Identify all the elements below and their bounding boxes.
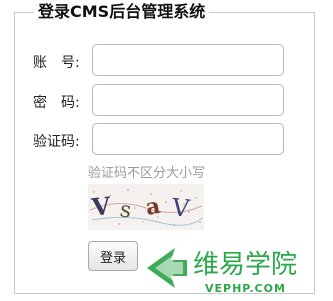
password-label: 密 码: xyxy=(33,95,80,111)
captcha-char-1: V xyxy=(89,191,112,222)
watermark-logo: 维易学院 VEPHP.COM xyxy=(147,248,297,295)
account-label: 账 号: xyxy=(33,55,80,71)
captcha-hint: 验证码不区分大小写 xyxy=(88,166,206,181)
captcha-image[interactable]: V s a V xyxy=(88,184,204,230)
login-button[interactable]: 登录 xyxy=(88,241,138,271)
password-input[interactable] xyxy=(92,84,284,116)
form-title: 登录CMS后台管理系统 xyxy=(34,2,210,22)
captcha-label: 验证码: xyxy=(33,134,80,150)
account-input[interactable] xyxy=(92,44,284,76)
captcha-char-4: V xyxy=(170,193,192,223)
captcha-input[interactable] xyxy=(92,123,284,155)
watermark-brand-name: 维易学院 xyxy=(193,250,297,280)
watermark-brand-url: VEPHP.COM xyxy=(205,282,286,295)
